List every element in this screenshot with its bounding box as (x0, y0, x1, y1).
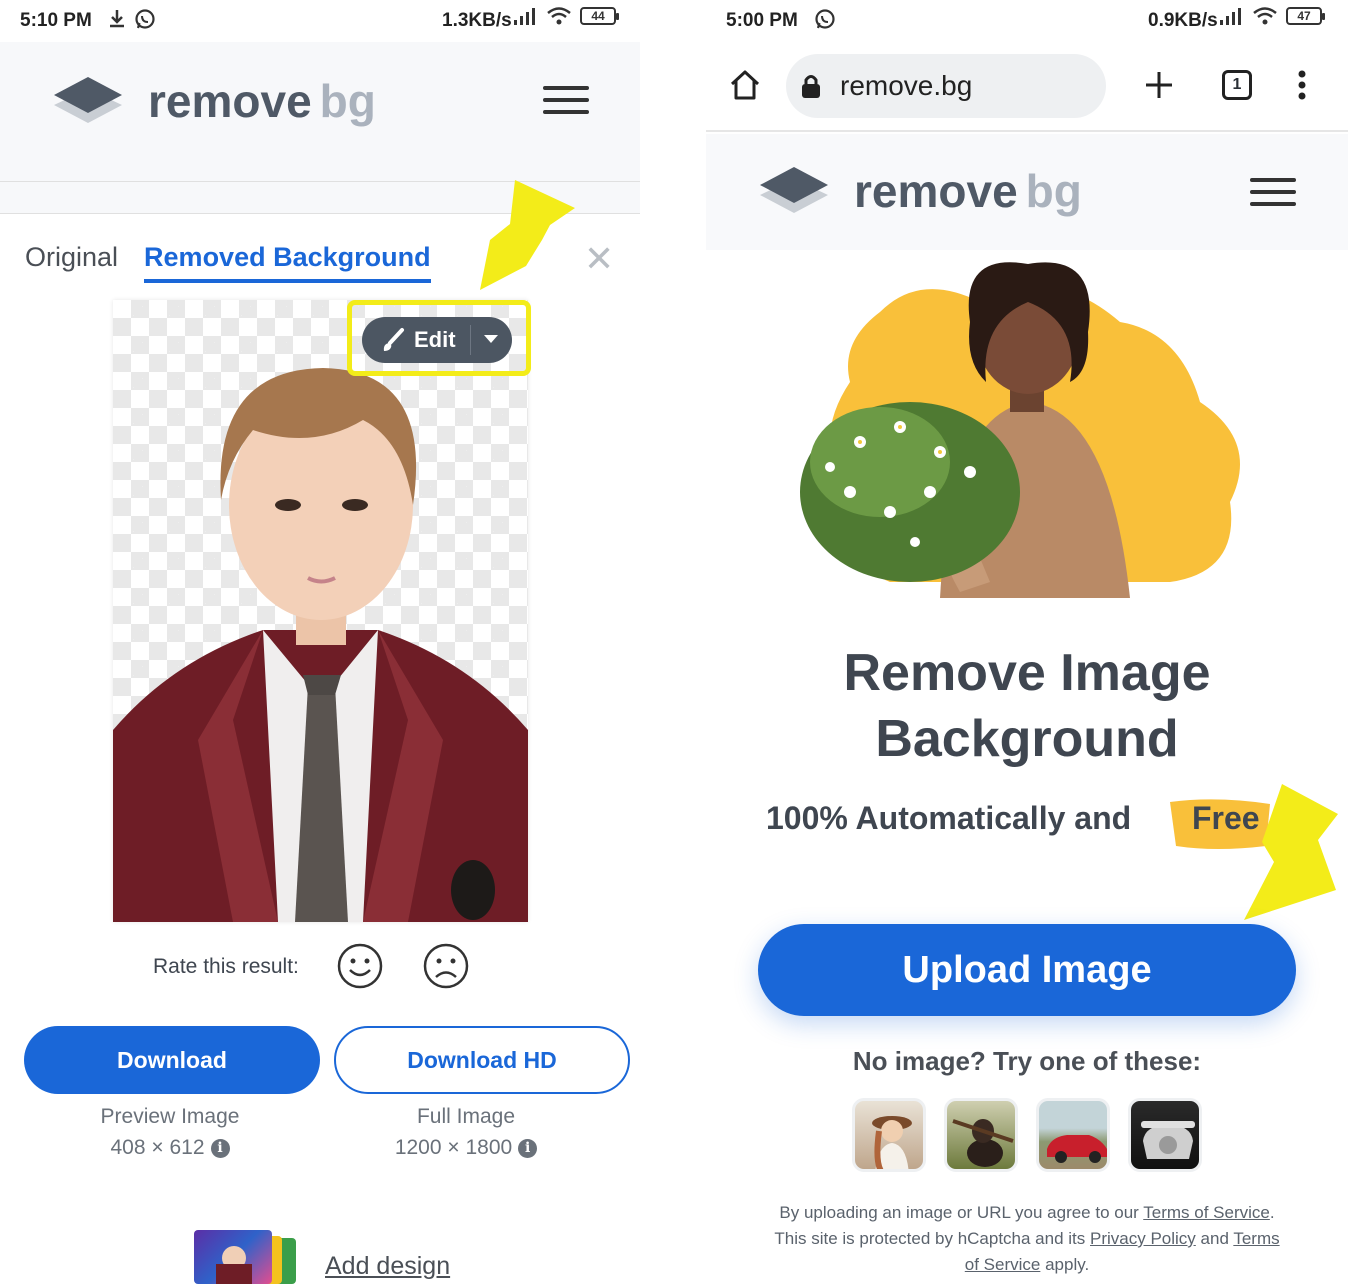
lock-icon (802, 75, 820, 98)
hero-image (800, 262, 1240, 598)
url-text: remove.bg (840, 70, 973, 101)
smile-icon[interactable] (337, 943, 383, 989)
arrow-icon (1244, 784, 1338, 920)
right-screenshot: 5:00 PM 0.9KB/s 47 remove.bg 1 removebg (706, 0, 1348, 1284)
logo-bg: bg (319, 75, 376, 127)
sample-thumb-car[interactable] (1036, 1098, 1110, 1172)
battery-icon: 47 (1286, 7, 1325, 25)
portrait-person (113, 368, 528, 922)
hamburger-icon[interactable] (543, 86, 589, 114)
add-design-link[interactable]: Add design (325, 1252, 450, 1281)
logo-bg: bg (1025, 165, 1082, 217)
legal-apply: apply. (1040, 1255, 1090, 1274)
whatsapp-icon (815, 9, 835, 29)
url-bar[interactable]: remove.bg (786, 54, 1106, 118)
rate-label: Rate this result: (153, 955, 299, 978)
browser-toolbar: remove.bg 1 (706, 48, 1348, 132)
download-button[interactable]: Download (24, 1026, 320, 1094)
status-bar: 5:10 PM 1.3KB/s 44 (0, 0, 640, 42)
wifi-icon (1253, 7, 1277, 25)
hero-title-line1: Remove Image (843, 644, 1211, 702)
full-caption: Full Image (416, 1105, 516, 1128)
tabs-icon[interactable]: 1 (1222, 70, 1252, 100)
whatsapp-icon (135, 9, 155, 29)
legal-period: . (1269, 1203, 1275, 1222)
download-icon (110, 10, 124, 28)
signal-icon (514, 8, 535, 25)
tab-original[interactable]: Original (25, 242, 118, 283)
sample-thumb-dog[interactable] (944, 1098, 1018, 1172)
battery-level: 47 (1297, 9, 1311, 23)
highlight-box (347, 300, 531, 376)
left-screenshot: 5:10 PM 1.3KB/s 44 remove bg Original Rem… (0, 0, 640, 1284)
network-speed: 1.3KB/s (442, 10, 512, 31)
status-icons (108, 8, 156, 30)
download-hd-button[interactable]: Download HD (334, 1026, 630, 1094)
info-icon[interactable]: i (210, 1138, 230, 1158)
battery-level: 44 (591, 9, 605, 23)
removebg-logo[interactable]: remove bg (758, 164, 1082, 218)
preview-dims: 408 × 612 i (22, 1136, 318, 1160)
sample-thumb-phone[interactable] (1128, 1098, 1202, 1172)
hamburger-icon[interactable] (1250, 178, 1296, 206)
logo-remove: remove (854, 165, 1018, 217)
full-dims-value: 1200 × 1800 (394, 1136, 513, 1159)
battery-icon: 44 (580, 7, 619, 25)
arrow-icon (480, 180, 575, 290)
more-icon[interactable] (1294, 70, 1310, 100)
legal-and: and (1195, 1229, 1234, 1248)
result-image (113, 300, 528, 922)
result-tabs: Original Removed Background (25, 242, 431, 283)
logo-text: remove bg (854, 164, 1082, 218)
network-speed: 0.9KB/s (1148, 10, 1218, 31)
tab-removed-background[interactable]: Removed Background (144, 242, 431, 283)
sample-thumb-woman[interactable] (852, 1098, 926, 1172)
layers-logo-icon (760, 167, 828, 213)
legal-text: By uploading an image or URL you agree t… (746, 1200, 1308, 1278)
tab-count: 1 (1232, 76, 1242, 93)
status-bar: 5:00 PM 0.9KB/s 47 (706, 0, 1348, 42)
status-icons (814, 8, 836, 30)
terms-link[interactable]: Terms of Service (1143, 1203, 1270, 1222)
legal-line1: By uploading an image or URL you agree t… (779, 1203, 1144, 1222)
privacy-link[interactable]: Privacy Policy (1090, 1229, 1196, 1248)
terms-link-2b[interactable]: of Service (965, 1255, 1041, 1274)
home-icon[interactable] (728, 68, 762, 102)
frown-icon[interactable] (423, 943, 469, 989)
close-icon[interactable]: ✕ (584, 238, 614, 280)
try-samples-label: No image? Try one of these: (852, 1046, 1202, 1076)
preview-dims-value: 408 × 612 (110, 1136, 205, 1159)
hero-title-line2: Background (875, 710, 1179, 768)
upload-image-button[interactable]: Upload Image (758, 924, 1296, 1016)
flower-bouquet (800, 402, 1020, 582)
design-preview[interactable] (194, 1230, 314, 1284)
logo-remove: remove (148, 75, 312, 127)
info-icon[interactable]: i (518, 1138, 538, 1158)
logo-text: remove bg (148, 74, 376, 128)
legal-line2: This site is protected by hCaptcha and i… (774, 1229, 1090, 1248)
hero-subtitle: 100% Automatically and (766, 800, 1132, 836)
signal-group: 44 (512, 6, 619, 26)
full-dims: 1200 × 1800 i (318, 1136, 614, 1160)
divider (0, 160, 640, 182)
signal-group: 47 (1218, 6, 1325, 26)
plus-icon[interactable] (1144, 70, 1174, 100)
terms-link-2a[interactable]: Terms (1233, 1229, 1279, 1248)
removebg-logo[interactable]: remove bg (52, 74, 376, 128)
status-time: 5:00 PM (726, 10, 798, 31)
signal-icon (1220, 8, 1241, 25)
layers-logo-icon (54, 77, 122, 123)
status-time: 5:10 PM (20, 10, 92, 31)
preview-caption: Preview Image (100, 1105, 240, 1128)
wifi-icon (547, 7, 571, 25)
